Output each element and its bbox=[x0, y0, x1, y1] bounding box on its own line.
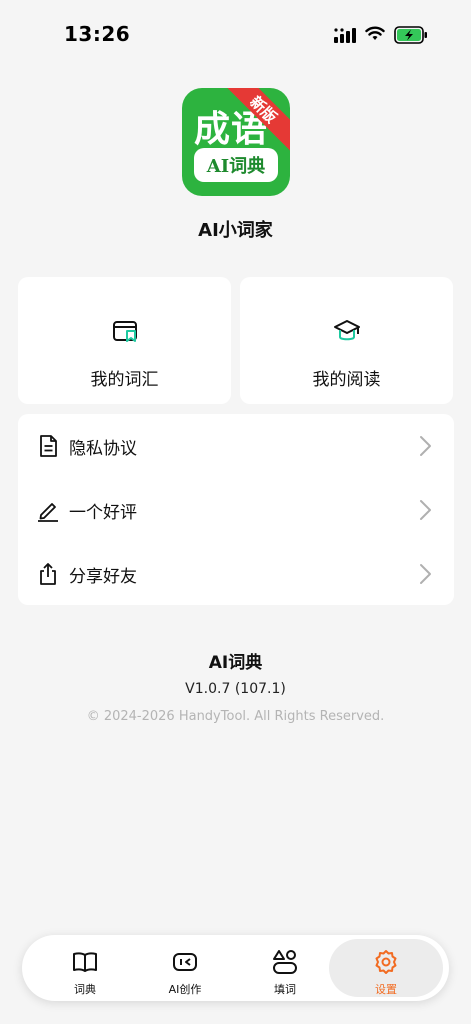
cellular-signal-icon bbox=[334, 28, 356, 43]
chevron-right-icon bbox=[420, 500, 431, 520]
about-copyright: © 2024-2026 HandyTool. All Rights Reserv… bbox=[86, 709, 385, 724]
graduation-cap-icon bbox=[333, 320, 360, 341]
battery-charging-icon bbox=[394, 26, 427, 44]
pencil-icon bbox=[38, 503, 58, 522]
share-icon bbox=[40, 563, 56, 585]
menu-item-review[interactable]: 一个好评 bbox=[18, 478, 454, 542]
chevron-right-icon bbox=[420, 564, 431, 584]
book-icon bbox=[73, 952, 97, 972]
fill-word-icon bbox=[273, 950, 297, 974]
settings-gear-icon bbox=[375, 950, 397, 974]
tab-settings-label: 设置 bbox=[375, 983, 397, 996]
menu-item-review-label: 一个好评 bbox=[69, 503, 137, 523]
app-name: AI小词家 bbox=[198, 220, 273, 241]
status-bar: 13:26 bbox=[0, 0, 471, 70]
my-vocabulary-card[interactable]: 我的词汇 bbox=[18, 277, 231, 404]
tab-settings[interactable]: 设置 bbox=[329, 939, 443, 997]
tab-dictionary[interactable]: 词典 bbox=[35, 939, 135, 997]
document-icon bbox=[40, 435, 57, 457]
menu-item-privacy-label: 隐私协议 bbox=[69, 439, 137, 459]
app-logo-subtitle: AI词典 bbox=[194, 148, 278, 182]
menu-item-share[interactable]: 分享好友 bbox=[18, 542, 454, 606]
chevron-right-icon bbox=[420, 436, 431, 456]
my-reading-card[interactable]: 我的阅读 bbox=[240, 277, 453, 404]
ai-create-icon bbox=[173, 953, 197, 971]
tab-dictionary-label: 词典 bbox=[74, 983, 96, 996]
tab-ai-create-label: AI创作 bbox=[168, 983, 202, 996]
vocabulary-bookmark-icon bbox=[112, 321, 137, 342]
status-time: 13:26 bbox=[64, 22, 131, 46]
tab-fill-word-label: 填词 bbox=[274, 983, 296, 996]
wifi-icon bbox=[365, 26, 385, 40]
menu-item-share-label: 分享好友 bbox=[69, 567, 137, 587]
tab-ai-create[interactable]: AI创作 bbox=[135, 939, 235, 997]
my-reading-label: 我的阅读 bbox=[312, 370, 381, 390]
settings-menu: 隐私协议 一个好评 分享好友 bbox=[18, 414, 454, 605]
about-version: V1.0.7 (107.1) bbox=[185, 681, 286, 697]
about-app-name: AI词典 bbox=[208, 653, 263, 673]
my-vocabulary-label: 我的词汇 bbox=[90, 370, 159, 390]
bottom-tab-bar: 词典 AI创作 填词 设置 bbox=[22, 935, 449, 1001]
menu-item-privacy[interactable]: 隐私协议 bbox=[18, 414, 454, 478]
app-logo: 成语 新版 AI词典 bbox=[182, 88, 290, 196]
tab-fill-word[interactable]: 填词 bbox=[235, 939, 335, 997]
